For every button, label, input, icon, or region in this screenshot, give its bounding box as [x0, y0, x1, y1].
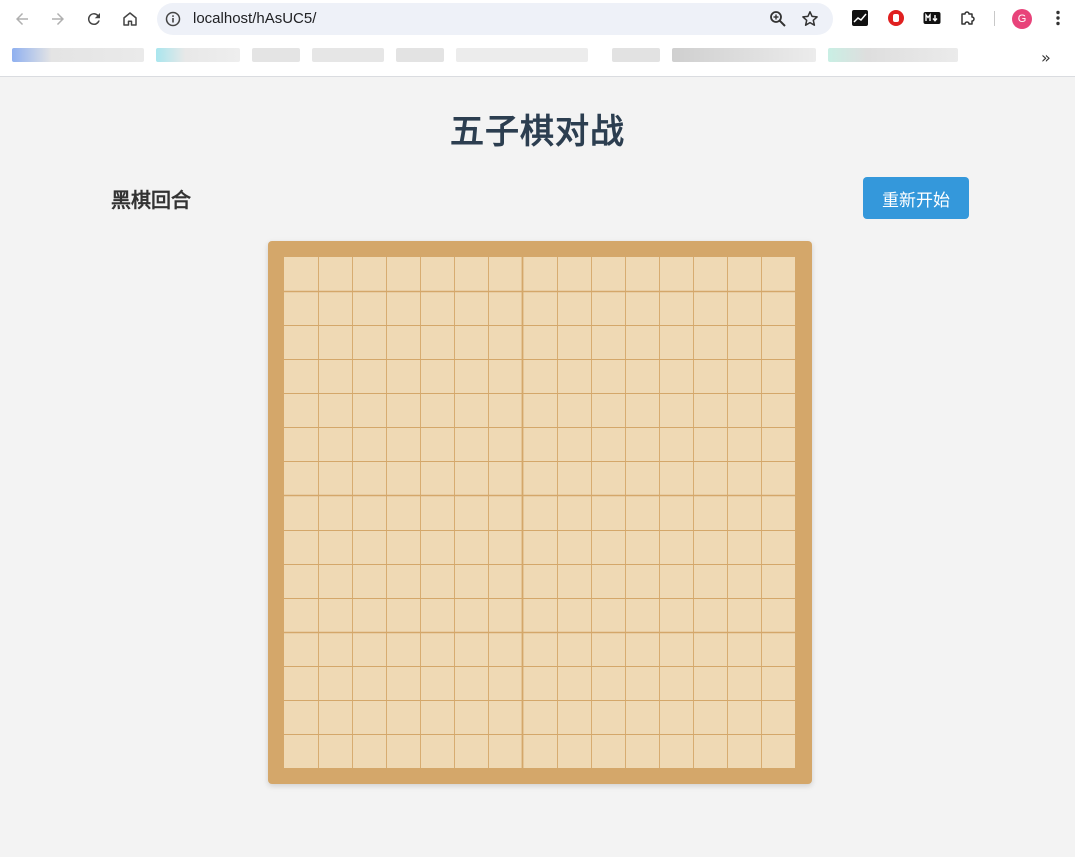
bookmark-item[interactable]: [12, 48, 144, 62]
extension-markdown-icon[interactable]: [923, 9, 941, 27]
forward-button[interactable]: [46, 7, 70, 31]
bookmark-item[interactable]: [456, 48, 588, 62]
more-menu-icon[interactable]: [1049, 9, 1067, 27]
arrow-right-icon: [52, 13, 64, 25]
home-icon: [123, 12, 137, 26]
reload-icon: [87, 13, 100, 26]
zoom-icon[interactable]: [769, 10, 787, 28]
page-title: 五子棋对战: [450, 112, 625, 152]
bookmark-item[interactable]: [672, 48, 816, 62]
info-icon[interactable]: [165, 11, 181, 27]
toolbar-separator: [994, 11, 995, 26]
reload-button[interactable]: [82, 7, 106, 31]
bookmark-item[interactable]: [396, 48, 444, 62]
bookmark-item[interactable]: [612, 48, 660, 62]
bookmarks-bar: »: [0, 38, 1075, 77]
gomoku-board-frame: [268, 241, 812, 784]
address-bar[interactable]: localhost/hAsUC5/: [157, 3, 833, 35]
extension-hand-icon[interactable]: [887, 9, 905, 27]
bookmark-item[interactable]: [828, 48, 958, 62]
profile-avatar[interactable]: G: [1012, 9, 1032, 29]
bookmark-star-icon[interactable]: [801, 10, 819, 28]
arrow-left-icon: [16, 13, 28, 25]
bookmark-item[interactable]: [252, 48, 300, 62]
board-grid[interactable]: [284, 257, 795, 768]
bookmarks-overflow-icon[interactable]: »: [1041, 48, 1051, 67]
restart-button[interactable]: 重新开始: [863, 177, 969, 219]
gomoku-board[interactable]: [284, 257, 795, 768]
back-button[interactable]: [10, 7, 34, 31]
browser-toolbar: localhost/hAsUC5/ G: [0, 0, 1075, 38]
extensions-puzzle-icon[interactable]: [959, 9, 977, 27]
bookmark-item[interactable]: [156, 48, 240, 62]
home-button[interactable]: [118, 7, 142, 31]
bookmark-item[interactable]: [312, 48, 384, 62]
extension-chart-icon[interactable]: [851, 9, 869, 27]
turn-status: 黑棋回合: [111, 188, 191, 212]
url-text[interactable]: localhost/hAsUC5/: [193, 10, 316, 27]
